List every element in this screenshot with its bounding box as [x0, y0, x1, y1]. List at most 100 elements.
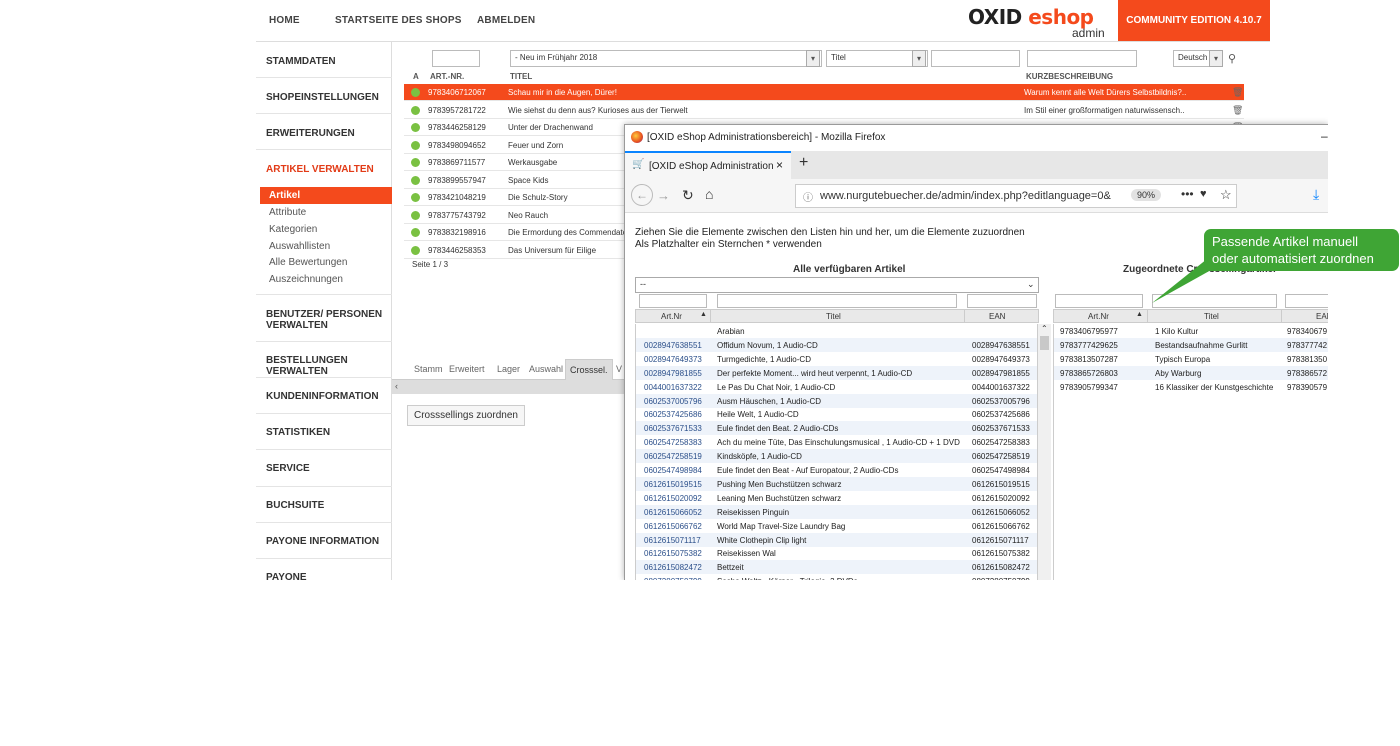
- table-row[interactable]: 9783957281722 Wie siehst du denn aus? Kur…: [404, 102, 1244, 119]
- sort-up-icon[interactable]: ▲: [700, 311, 707, 318]
- close-icon[interactable]: ×: [776, 158, 783, 172]
- row-titel[interactable]: Wie siehst du denn aus? Kurioses aus der…: [508, 106, 688, 115]
- back-icon[interactable]: ←: [631, 184, 653, 206]
- sidebar-item-stammdaten[interactable]: STAMMDATEN: [266, 56, 392, 67]
- category-select[interactable]: - Neu im Frühjahr 2018: [510, 50, 822, 67]
- nav-home[interactable]: HOME: [269, 15, 300, 26]
- url-text[interactable]: www.nurgutebuecher.de/admin/index.php?ed…: [820, 190, 1120, 202]
- download-icon[interactable]: ⤓: [1313, 186, 1319, 203]
- info-icon[interactable]: ⓘ: [803, 189, 813, 204]
- list-item[interactable]: 0602547258383 Ach du meine Tüte, Das Eins…: [636, 435, 1039, 449]
- list-item[interactable]: 0602537671533 Eule findet den Beat. 2 Aud…: [636, 421, 1039, 436]
- row-artnr[interactable]: 9783498094652: [428, 141, 486, 150]
- sidebar-sub-artikel[interactable]: Artikel: [269, 190, 300, 201]
- tab-lager[interactable]: Lager: [497, 364, 520, 374]
- list-item[interactable]: Arabian: [636, 324, 1039, 338]
- crosssellings-zuordnen-button[interactable]: Crosssellings zuordnen: [407, 405, 525, 426]
- chevron-down-icon[interactable]: ▾: [806, 50, 820, 67]
- assigned-articles-list[interactable]: 9783406795977 1 Kilo Kultur 978340679 97837…: [1053, 324, 1328, 580]
- zoom-badge[interactable]: 90%: [1131, 189, 1162, 201]
- list-item[interactable]: 0807280750799 Sasha Waltz - Körper - Tril…: [636, 574, 1039, 580]
- list-item[interactable]: 9783777429625 Bestandsaufnahme Gurlitt 978…: [1054, 337, 1328, 352]
- left-filter-titel[interactable]: [717, 294, 957, 308]
- filter-title-input[interactable]: [931, 50, 1020, 67]
- vertical-scrollbar[interactable]: ⌃: [1037, 324, 1051, 580]
- sidebar-item-artikel-verwalten[interactable]: ARTIKEL VERWALTEN: [266, 164, 392, 175]
- sidebar-item-shopeinstellungen[interactable]: SHOPEINSTELLUNGEN: [266, 92, 392, 103]
- row-artnr[interactable]: 9783899557947: [428, 176, 486, 185]
- row-titel[interactable]: Die Schulz-Story: [508, 193, 568, 202]
- available-articles-list[interactable]: Arabian 0028947638551 Offidum Novum, 1 Aud…: [635, 324, 1039, 580]
- row-artnr[interactable]: 9783957281722: [428, 106, 486, 115]
- list-item[interactable]: 0602537005796 Ausm Häuschen, 1 Audio-CD 06…: [636, 393, 1039, 408]
- tab-v[interactable]: V: [616, 364, 622, 374]
- search-icon[interactable]: ⚲: [1228, 52, 1236, 65]
- list-item[interactable]: 9783905799347 16 Klassiker der Kunstgesch…: [1054, 380, 1328, 394]
- tab-crosssel[interactable]: Crosssel.: [565, 359, 613, 381]
- sidebar-item-buchsuite[interactable]: BUCHSUITE: [266, 500, 392, 511]
- row-titel[interactable]: Unter der Drachenwand: [508, 123, 593, 132]
- chevron-up-icon[interactable]: ⌃: [1041, 324, 1048, 333]
- right-col-artnr[interactable]: Art.Nr: [1088, 312, 1109, 321]
- trash-icon[interactable]: 🗑: [1232, 87, 1243, 98]
- col-header-artnr[interactable]: ART.-NR.: [430, 72, 464, 81]
- pocket-icon[interactable]: ♥: [1200, 188, 1207, 200]
- filter-kurz-input[interactable]: [1027, 50, 1137, 67]
- list-item[interactable]: 0612615066762 World Map Travel-Size Laund…: [636, 519, 1039, 533]
- sidebar-sub-auswahllisten[interactable]: Auswahllisten: [269, 241, 330, 252]
- sidebar-item-statistiken[interactable]: STATISTIKEN: [266, 427, 392, 438]
- list-item[interactable]: 0612615019515 Pushing Men Buchstützen sch…: [636, 476, 1039, 491]
- row-artnr[interactable]: 9783775743792: [428, 211, 486, 220]
- chevron-down-icon[interactable]: ▾: [912, 50, 926, 67]
- list-item[interactable]: 0028947981855 Der perfekte Moment... wird…: [636, 365, 1039, 380]
- chevron-down-icon[interactable]: ⌄: [1027, 279, 1035, 290]
- more-icon[interactable]: •••: [1181, 187, 1194, 201]
- col-header-a[interactable]: A: [413, 72, 419, 81]
- row-titel[interactable]: Werkausgabe: [508, 158, 557, 167]
- row-artnr[interactable]: 9783832198916: [428, 228, 486, 237]
- trash-icon[interactable]: 🗑: [1232, 105, 1243, 116]
- sidebar-item-bestellungen[interactable]: BESTELLUNGEN VERWALTEN: [266, 355, 392, 377]
- list-item[interactable]: 0602547258519 Kindsköpfe, 1 Audio-CD 06025…: [636, 449, 1039, 464]
- row-artnr[interactable]: 9783446258353: [428, 246, 486, 255]
- sort-up-icon[interactable]: ▲: [1136, 311, 1143, 318]
- list-item[interactable]: 0602547498984 Eule findet den Beat - Auf …: [636, 463, 1039, 477]
- left-col-artnr[interactable]: Art.Nr: [661, 312, 682, 321]
- row-artnr[interactable]: 9783406712067: [428, 88, 486, 97]
- nav-abmelden[interactable]: ABMELDEN: [477, 15, 535, 26]
- list-item[interactable]: 9783406795977 1 Kilo Kultur 978340679: [1054, 324, 1328, 338]
- left-filter-ean[interactable]: [967, 294, 1037, 308]
- row-artnr[interactable]: 9783446258129: [428, 123, 486, 132]
- row-artnr[interactable]: 9783421048219: [428, 193, 486, 202]
- home-icon[interactable]: ⌂: [705, 186, 713, 202]
- nav-startseite[interactable]: STARTSEITE DES SHOPS: [335, 15, 462, 26]
- list-item[interactable]: 9783865726803 Aby Warburg 978386572: [1054, 365, 1328, 380]
- right-col-titel[interactable]: Titel: [1204, 312, 1219, 321]
- list-item[interactable]: 0028947638551 Offidum Novum, 1 Audio-CD 00…: [636, 337, 1039, 352]
- row-titel[interactable]: Neo Rauch: [508, 211, 548, 220]
- tab-erweitert[interactable]: Erweitert: [449, 364, 485, 374]
- sidebar-sub-attribute[interactable]: Attribute: [269, 207, 306, 218]
- left-col-titel[interactable]: Titel: [826, 312, 841, 321]
- right-col-ean[interactable]: EAN: [1316, 312, 1328, 321]
- right-filter-artnr[interactable]: [1055, 294, 1143, 308]
- sidebar-sub-kategorien[interactable]: Kategorien: [269, 224, 317, 235]
- sidebar-item-service[interactable]: SERVICE: [266, 463, 392, 474]
- left-filter-artnr[interactable]: [639, 294, 707, 308]
- list-item[interactable]: 0028947649373 Turmgedichte, 1 Audio-CD 002…: [636, 352, 1039, 366]
- right-filter-ean[interactable]: [1285, 294, 1328, 308]
- list-item[interactable]: 0602537425686 Heile Welt, 1 Audio-CD 06025…: [636, 407, 1039, 421]
- bookmark-star-icon[interactable]: ☆: [1220, 187, 1232, 203]
- row-titel[interactable]: Das Universum für Eilige: [508, 246, 596, 255]
- list-item[interactable]: 0612615082472 Bettzeit 0612615082472: [636, 560, 1039, 575]
- reload-icon[interactable]: ↻: [682, 187, 694, 204]
- row-titel[interactable]: Feuer und Zorn: [508, 141, 563, 150]
- list-item[interactable]: 9783813507287 Typisch Europa 978381350: [1054, 352, 1328, 366]
- row-titel[interactable]: Schau mir in die Augen, Dürer!: [508, 88, 617, 97]
- col-header-kurz[interactable]: KURZBESCHREIBUNG: [1026, 72, 1113, 81]
- chevron-down-icon[interactable]: ▾: [1209, 50, 1223, 67]
- sidebar-item-benutzer[interactable]: BENUTZER/ PERSONEN VERWALTEN: [266, 309, 392, 331]
- tab-auswahl[interactable]: Auswahl: [529, 364, 563, 374]
- list-item[interactable]: 0612615066052 Reisekissen Pinguin 06126150…: [636, 504, 1039, 519]
- filter-artnr-input[interactable]: [432, 50, 480, 67]
